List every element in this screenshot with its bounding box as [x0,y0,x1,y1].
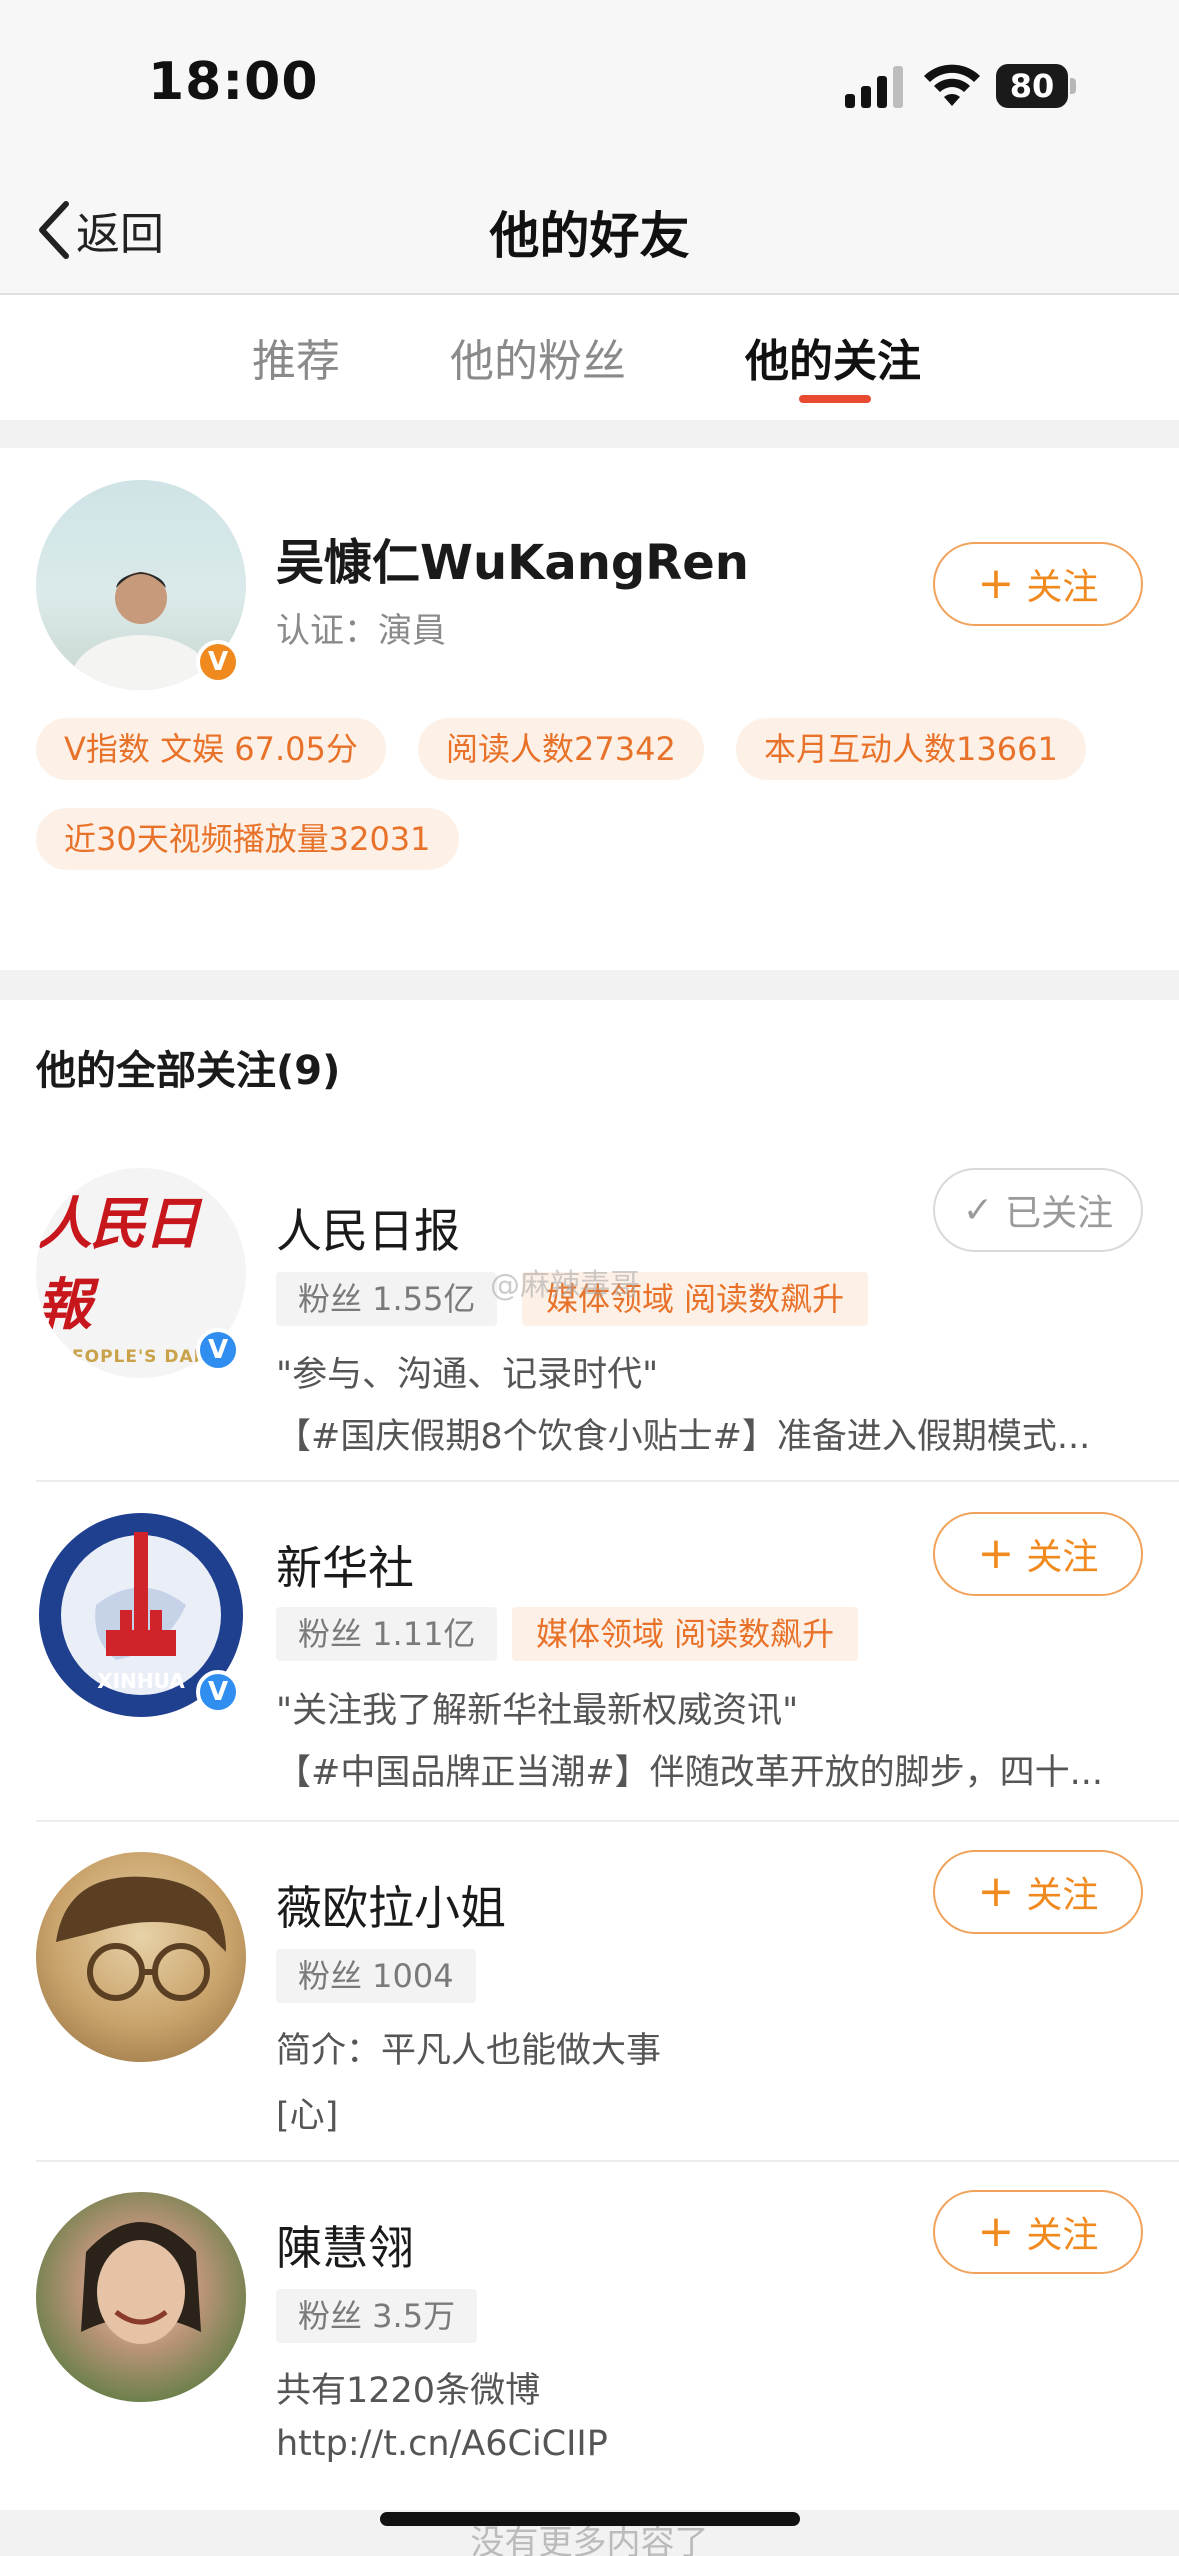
list-item[interactable]: 薇欧拉小姐 粉丝 1004 简介：平凡人也能做大事 [心] + 关注 [0,1822,1179,2160]
fans-count: 粉丝 3.5万 [276,2289,478,2343]
tab-recommend[interactable]: 推荐 [252,325,340,389]
user-name[interactable]: 新华社 [276,1532,414,1598]
v-index-chip[interactable]: V指数 文娱 67.05分 [36,718,386,780]
page-title: 他的好友 [489,207,690,265]
tab-his-following[interactable]: 他的关注 [745,325,921,389]
list-item[interactable]: XINHUA V 新华社 粉丝 1.11亿 媒体领域 阅读数飙升 "关注我了解新… [0,1482,1179,1820]
fans-count: 粉丝 1.55亿 [276,1272,498,1326]
user-bio-extra: [心] [276,2096,339,2136]
follow-label: 关注 [1026,567,1099,608]
profile-name: 吴慷仁WuKangRen [276,535,749,591]
user-bio: 简介：平凡人也能做大事 [276,2031,662,2071]
interactions-chip[interactable]: 本月互动人数13661 [736,718,1086,780]
plus-icon: + [977,2206,1015,2257]
user-avatar [36,2192,246,2402]
fans-count: 粉丝 1004 [276,1949,476,2003]
cellular-signal-icon [845,66,903,108]
list-item[interactable]: 陳慧翎 粉丝 3.5万 共有1220条微博 http://t.cn/A6CiCI… [0,2162,1179,2500]
watermark: @麻辣毒哥 [490,1268,640,1303]
user-tag: 媒体领域 阅读数飙升 [512,1607,859,1661]
latest-post: 【#中国品牌正当潮#】伴随改革开放的脚步，四十... [276,1753,1104,1793]
battery-level: 80 [1009,67,1055,105]
list-item[interactable]: 人民日報 PEOPLE'S DAILY V 人民日报 粉丝 1.55亿 媒体领域… [0,1150,1179,1480]
follow-label: 关注 [1026,1537,1099,1578]
follow-button[interactable]: + 关注 [933,1512,1143,1596]
check-icon: ✓ [962,1189,994,1231]
user-name[interactable]: 人民日报 [276,1195,460,1261]
plus-icon: + [977,1528,1015,1579]
follow-label: 关注 [1026,2215,1099,2256]
profile-certification: 认证：演員 [276,611,446,651]
home-indicator[interactable] [380,2512,800,2526]
profile-follow-button[interactable]: + 关注 [933,542,1143,626]
wifi-icon [924,64,980,106]
profile-card: V 吴慷仁WuKangRen 认证：演員 + 关注 V指数 文娱 67.05分 … [0,448,1179,970]
user-name[interactable]: 陳慧翎 [276,2212,414,2278]
status-time: 18:00 [148,52,319,112]
follow-button[interactable]: + 关注 [933,2190,1143,2274]
following-list: 他的全部关注(9) 人民日報 PEOPLE'S DAILY V 人民日报 粉丝 … [0,1000,1179,2510]
post-count: 共有1220条微博 [276,2371,541,2411]
user-link[interactable]: http://t.cn/A6CiCIIP [276,2424,1126,2464]
user-bio: "参与、沟通、记录时代" [276,1355,659,1395]
readers-chip[interactable]: 阅读人数27342 [418,718,704,780]
cartoon-face-icon [56,1876,226,2001]
active-tab-indicator [799,395,871,403]
plus-icon: + [977,558,1015,609]
battery-icon: 80 [996,64,1076,108]
followed-label: 已关注 [1005,1193,1114,1234]
follow-label: 关注 [1026,1875,1099,1916]
tab-bar: 推荐 他的粉丝 他的关注 [0,295,1179,420]
status-bar: 18:00 80 [0,0,1179,160]
person-photo-icon [81,2222,201,2344]
verified-badge-icon: V [196,640,240,684]
latest-post: 【#国庆假期8个饮食小贴士#】准备进入假期模式... [276,1417,1091,1457]
section-title: 他的全部关注(9) [36,1048,341,1094]
video-plays-chip[interactable]: 近30天视频播放量32031 [36,808,459,870]
user-name[interactable]: 薇欧拉小姐 [276,1872,506,1938]
followed-button[interactable]: ✓ 已关注 [933,1168,1143,1252]
fans-count: 粉丝 1.11亿 [276,1607,498,1661]
xinhua-logo-text: XINHUA [97,1669,185,1693]
user-bio: "关注我了解新华社最新权威资讯" [276,1691,799,1731]
follow-button[interactable]: + 关注 [933,1850,1143,1934]
verified-badge-icon: V [196,1328,240,1372]
logo-cn-text: 人民日報 [36,1191,200,1338]
nav-bar: 返回 他的好友 [0,160,1179,295]
verified-badge-icon: V [196,1670,240,1714]
tab-his-fans[interactable]: 他的粉丝 [450,325,626,389]
plus-icon: + [977,1866,1015,1917]
user-avatar [36,1852,246,2062]
